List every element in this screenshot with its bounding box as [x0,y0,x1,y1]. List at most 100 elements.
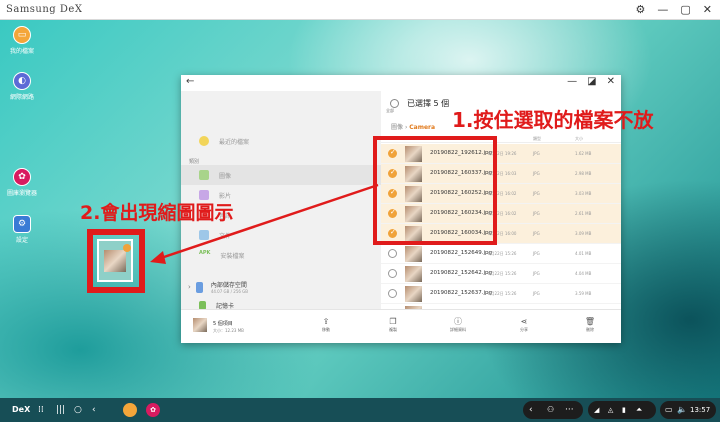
notification-up-icon[interactable]: ⏶ [636,402,642,418]
file-size: 3.03 MB [575,191,592,196]
storage-name: 內部儲存空間 [210,282,247,289]
maximize-icon[interactable]: ▢ [680,3,690,17]
taskbar-tray-apps: ‹ ⚇ ··· [523,401,583,419]
file-type: JPG [533,251,540,256]
file-thumbnail [405,246,422,262]
desktop-icon-my-files[interactable]: ▭ 我的檔案 [2,26,42,55]
breadcrumb-separator: › [404,124,408,131]
sidebar-category-header: 類別 [189,159,200,165]
more-icon[interactable]: ··· [565,402,574,418]
wifi-icon: ◬ [608,406,614,414]
running-app-my-files-icon[interactable] [123,403,137,417]
volume-icon[interactable]: 🔈 [677,402,687,418]
share-button[interactable]: ⋖ 分享 [509,317,539,333]
move-label: 移動 [322,327,330,332]
desktop-icon-internet[interactable]: ◐ 網際網路 [2,72,42,101]
file-type: JPG [533,211,540,216]
window-controls: — ◪ ✕ [567,76,615,87]
selected-count: 5 個項目 [213,321,233,327]
row-checkbox[interactable] [388,289,397,298]
folder-icon: ▭ [13,26,31,44]
desktop-icon-label: 設定 [15,237,28,244]
dex-title-bar: Samsung DeX ⚙ — ▢ ✕ [0,0,720,20]
recent-apps-icon[interactable]: ||| [56,402,65,418]
clock-icon [199,136,209,146]
running-app-gallery-icon[interactable]: ✿ [146,403,160,417]
move-icon: ⇪ [322,317,330,326]
settings-icon[interactable]: ⚙ [636,3,646,17]
chevron-left-icon[interactable]: ‹ [529,402,533,418]
file-size: 1.62 MB [575,151,592,156]
file-type: JPG [533,231,540,236]
file-size: 2.98 MB [575,171,592,176]
move-button[interactable]: ⇪ 移動 [311,317,341,333]
desktop-icon-settings[interactable]: ⚙ 設定 [2,215,42,244]
gear-icon: ⚙ [13,215,31,233]
close-icon[interactable]: ✕ [607,76,615,87]
selection-thumbnail [193,318,207,332]
title-bar-controls: ⚙ — ▢ ✕ [636,3,713,17]
file-type: JPG [533,151,540,156]
info-icon: ⓘ [454,317,462,326]
dex-taskbar: DeX ⁞⁞ ||| ○ ‹ ✿ ‹ ⚇ ··· ◢ ◬ ▮ ⏶ ▭ 🔈 13:… [0,398,720,422]
back-arrow-icon[interactable]: ← [186,76,194,87]
battery-icon: ▮ [622,406,626,414]
breadcrumb-current: Camera [409,124,436,131]
share-label: 分享 [520,327,528,332]
clock-time: 13:57 [690,406,711,414]
image-icon [199,170,209,180]
column-type[interactable]: 類型 [533,136,541,142]
details-button[interactable]: ⓘ 詳細資料 [443,317,473,333]
sidebar-item-label: 圖像 [219,172,232,180]
thumbnail-highlight [87,229,145,293]
dex-panel-icon[interactable]: ⚇ [547,402,554,418]
sidebar-item-documents[interactable]: 文件 [181,225,381,245]
file-size: 4.04 MB [575,271,592,276]
desktop-icon-label: 我的檔案 [9,48,34,55]
breadcrumb: 圖像 › Camera [391,122,435,131]
file-row[interactable]: 20190822_152642.jpg 8月22日 15:26 JPG 4.04 MB [381,264,621,284]
breadcrumb-parent[interactable]: 圖像 [391,124,403,131]
window-title: Samsung DeX [6,4,83,15]
sidebar-item-recent[interactable]: 最近的檔案 [181,131,381,151]
sidebar-item-apk[interactable]: APK 安裝檔案 [181,245,381,265]
delete-label: 刪除 [586,327,594,332]
trash-icon: 🗑 [584,317,596,326]
file-type: JPG [533,291,540,296]
dex-button[interactable]: DeX [12,402,30,418]
app-drawer-icon[interactable]: ⁞⁞ [38,402,44,418]
file-date: 8月22日 15:26 [488,291,517,296]
screen-icon[interactable]: ▭ [665,402,673,418]
file-size: 2.61 MB [575,211,592,216]
selected-size: 大小：12.23 MB [213,328,244,333]
file-name: 20190822_152642.jpg [430,270,492,276]
sidebar-item-images[interactable]: 圖像 [181,165,381,185]
taskbar-clock-area: ▭ 🔈 13:57 [660,401,716,419]
copy-label: 複製 [389,327,397,332]
storage-text: 內部儲存空間 44.07 GB / 256 GB [211,280,248,294]
file-size: 3.09 MB [575,231,592,236]
minimize-icon[interactable]: — [657,3,668,17]
copy-button[interactable]: ❐ 複製 [378,317,408,333]
row-checkbox[interactable] [388,269,397,278]
delete-button[interactable]: 🗑 刪除 [575,317,605,333]
step2-annotation: 2.會出現縮圖圖示 [80,202,234,224]
row-checkbox[interactable] [388,249,397,258]
file-row[interactable]: 20190822_152637.jpg 8月22日 15:26 JPG 3.59 MB [381,284,621,304]
select-all-checkbox[interactable] [390,98,399,108]
sidebar-item-internal-storage[interactable]: › 內部儲存空間 44.07 GB / 256 GB [181,275,381,299]
desktop-icon-gallery[interactable]: ✿ 圖庫瀏覽器 [2,168,42,197]
file-row[interactable]: 20190822_152649.jpg 8月22日 15:26 JPG 4.01 MB [381,244,621,264]
home-icon[interactable]: ○ [74,402,82,418]
file-type: JPG [533,191,540,196]
desktop-icon-label: 圖庫瀏覽器 [6,190,37,197]
close-icon[interactable]: ✕ [703,3,712,17]
file-size: 4.01 MB [575,251,592,256]
minimize-icon[interactable]: — [567,76,577,87]
file-date: 8月22日 15:26 [488,271,517,276]
browser-icon: ◐ [13,72,31,90]
column-size[interactable]: 大小 [575,136,583,142]
sidebar-item-label: 安裝檔案 [220,252,245,260]
maximize-icon[interactable]: ◪ [587,76,596,87]
back-icon[interactable]: ‹ [92,402,96,418]
